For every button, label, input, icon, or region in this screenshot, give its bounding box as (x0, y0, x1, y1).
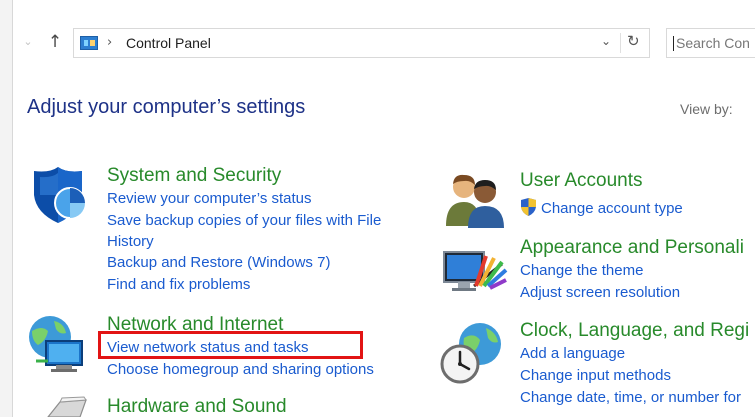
page-title: Adjust your computer’s settings (27, 96, 306, 118)
globe-network-icon[interactable] (26, 311, 96, 373)
text-cursor (673, 36, 674, 51)
monitor-palette-icon[interactable] (440, 246, 510, 296)
printer-icon[interactable] (34, 396, 96, 417)
category-network: Network and Internet View network status… (107, 313, 374, 381)
category-title-appearance[interactable]: Appearance and Personali (520, 236, 744, 260)
category-system-security: System and Security Review your computer… (107, 164, 407, 296)
clock-globe-icon[interactable] (440, 320, 510, 386)
link-date-time-format[interactable]: Change date, time, or number for (520, 387, 749, 409)
breadcrumb-control-panel[interactable]: Control Panel (126, 35, 211, 51)
link-change-account-type-label: Change account type (541, 200, 683, 217)
up-arrow-icon[interactable]: ↑ (45, 30, 65, 54)
address-bar[interactable]: › Control Panel ⌄ ↻ (73, 28, 650, 58)
uac-shield-icon (521, 198, 536, 216)
category-title-system-security[interactable]: System and Security (107, 164, 407, 188)
shield-icon[interactable] (26, 165, 96, 227)
link-change-account-type[interactable]: Change account type (520, 198, 683, 220)
address-dropdown-icon[interactable]: ⌄ (601, 34, 611, 48)
link-view-network-status[interactable]: View network status and tasks (107, 337, 374, 359)
link-input-methods[interactable]: Change input methods (520, 365, 749, 387)
control-panel-icon (80, 36, 98, 50)
address-divider (620, 33, 621, 53)
category-hardware: Hardware and Sound (107, 395, 287, 417)
category-title-clock[interactable]: Clock, Language, and Regi (520, 319, 749, 343)
link-review-status[interactable]: Review your computer’s status (107, 188, 407, 210)
category-appearance: Appearance and Personali Change the them… (520, 236, 744, 304)
category-clock: Clock, Language, and Regi Add a language… (520, 319, 749, 409)
category-title-user-accounts[interactable]: User Accounts (520, 169, 683, 193)
link-backup-restore[interactable]: Backup and Restore (Windows 7) (107, 252, 407, 274)
link-screen-resolution[interactable]: Adjust screen resolution (520, 282, 744, 304)
users-icon[interactable] (442, 172, 508, 228)
recent-locations-chevron-icon[interactable]: ⌄ (18, 30, 38, 54)
category-title-network[interactable]: Network and Internet (107, 313, 374, 337)
category-user-accounts: User Accounts Change account type (520, 169, 683, 220)
link-file-history[interactable]: Save backup copies of your files with Fi… (107, 210, 407, 252)
refresh-icon[interactable]: ↻ (627, 32, 640, 50)
category-title-hardware[interactable]: Hardware and Sound (107, 395, 287, 417)
link-find-fix[interactable]: Find and fix problems (107, 274, 407, 296)
breadcrumb-chevron-icon[interactable]: › (107, 35, 112, 50)
link-change-theme[interactable]: Change the theme (520, 260, 744, 282)
link-add-language[interactable]: Add a language (520, 343, 749, 365)
window-top-edge (0, 0, 755, 12)
view-by-label: View by: (680, 101, 733, 117)
search-input[interactable] (667, 29, 755, 57)
search-box[interactable] (666, 28, 755, 58)
link-homegroup-sharing[interactable]: Choose homegroup and sharing options (107, 359, 374, 381)
window-left-edge (0, 0, 13, 417)
